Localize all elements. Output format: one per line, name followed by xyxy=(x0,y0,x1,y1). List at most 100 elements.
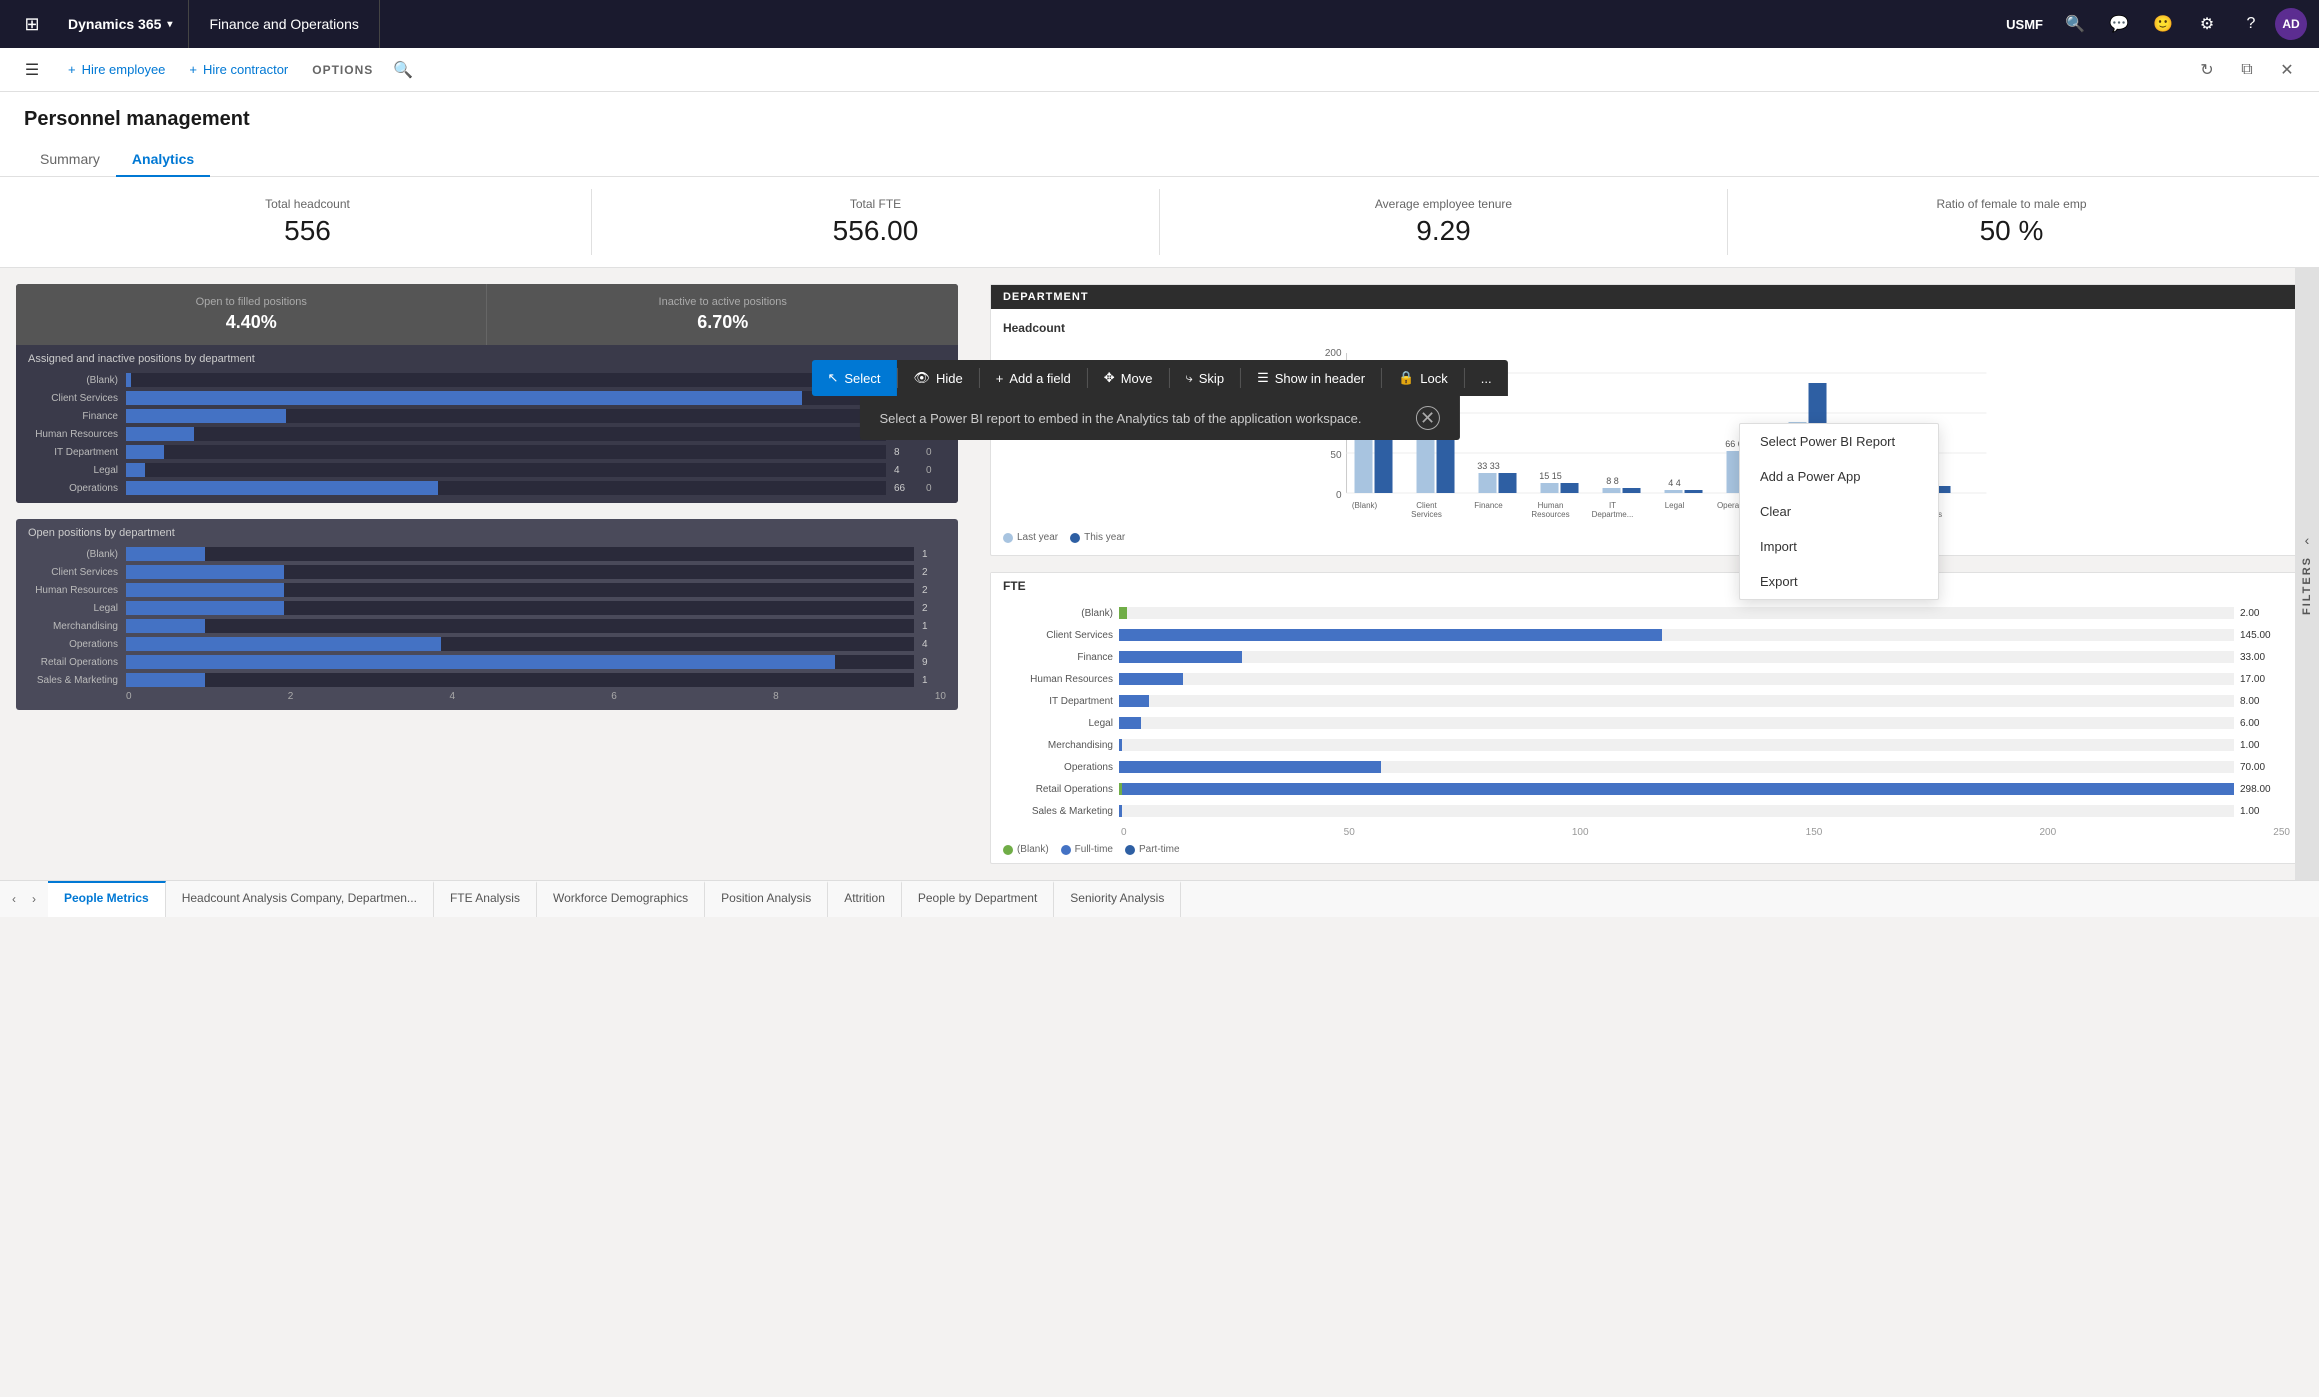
dropdown-import[interactable]: Import xyxy=(1740,529,1938,564)
stat-total-headcount: Total headcount 556 xyxy=(24,189,592,255)
legend-this-year-label: This year xyxy=(1084,532,1125,543)
skip-icon: ⤷ xyxy=(1185,370,1192,386)
bottom-tab-position-analysis[interactable]: Position Analysis xyxy=(705,881,828,917)
select-toolbar-item[interactable]: ↖ Select xyxy=(811,360,896,396)
filters-label: FILTERS xyxy=(2301,556,2313,615)
svg-text:Resources: Resources xyxy=(1531,510,1569,519)
search-nav-icon[interactable]: 🔍 xyxy=(2055,0,2095,48)
filters-panel[interactable]: ‹ FILTERS xyxy=(2295,268,2319,880)
tab-analytics[interactable]: Analytics xyxy=(116,143,210,177)
showheader-toolbar-item[interactable]: ☰ Show in header xyxy=(1241,360,1381,396)
svg-text:0: 0 xyxy=(1336,490,1342,501)
open-positions-bar-chart: (Blank) 1 Client Services 2 Human Resour… xyxy=(28,547,946,687)
hide-icon: 👁 xyxy=(913,370,930,386)
user-avatar[interactable]: AD xyxy=(2275,8,2307,40)
inactive-active-metric: Inactive to active positions 6.70% xyxy=(487,284,957,345)
chat-icon[interactable]: 💬 xyxy=(2099,0,2139,48)
settings-icon[interactable]: ⚙ xyxy=(2187,0,2227,48)
dropdown-add-powerapp[interactable]: Add a Power App xyxy=(1740,459,1938,494)
addfield-icon: + xyxy=(996,371,1004,386)
headcount-subtitle: Headcount xyxy=(1003,321,2290,335)
op-legal: Legal 2 xyxy=(28,601,946,615)
svg-text:(Blank): (Blank) xyxy=(1352,501,1378,510)
dropdown-menu: Select Power BI Report Add a Power App C… xyxy=(1739,423,1939,600)
op-client: Client Services 2 xyxy=(28,565,946,579)
fte-blank-dot xyxy=(1003,845,1013,855)
tab-summary[interactable]: Summary xyxy=(24,143,116,177)
legend-this-year-dot xyxy=(1070,533,1080,543)
page-header: Personnel management Summary Analytics xyxy=(0,92,2319,177)
open-new-icon[interactable]: ⧉ xyxy=(2231,54,2263,86)
lock-toolbar-item[interactable]: 🔒 Lock xyxy=(1382,360,1464,396)
dept-section-title: DEPARTMENT xyxy=(991,285,2302,309)
hire-employee-button[interactable]: + Hire employee xyxy=(56,48,177,92)
fte-hr: Human Resources 17.00 xyxy=(1003,673,2290,685)
svg-text:IT: IT xyxy=(1609,501,1616,510)
bottom-tab-people-by-dept[interactable]: People by Department xyxy=(902,881,1054,917)
fte-client: Client Services 145.00 xyxy=(1003,629,2290,641)
svg-text:Services: Services xyxy=(1411,510,1442,519)
legend-last-year-label: Last year xyxy=(1017,532,1058,543)
skip-toolbar-item[interactable]: ⤷ Skip xyxy=(1169,360,1240,396)
fte-fulltime-dot xyxy=(1061,845,1071,855)
svg-text:8 8: 8 8 xyxy=(1606,476,1619,486)
dept-bar-chart: (Blank) 1 0 Client Services 143 0 xyxy=(28,373,946,495)
hide-toolbar-item[interactable]: 👁 Hide xyxy=(897,360,978,396)
bottom-tab-attrition[interactable]: Attrition xyxy=(828,881,902,917)
svg-text:Finance: Finance xyxy=(1474,501,1503,510)
fte-bar-chart: (Blank) 2.00 Client Services 145.00 Fina… xyxy=(1003,607,2290,823)
op-sales: Sales & Marketing 1 xyxy=(28,673,946,687)
bottom-tab-workforce-demographics[interactable]: Workforce Demographics xyxy=(537,881,705,917)
bottom-tab-headcount-analysis[interactable]: Headcount Analysis Company, Departmen... xyxy=(166,881,434,917)
dropdown-select-powerbi[interactable]: Select Power BI Report xyxy=(1740,424,1938,459)
waffle-icon[interactable]: ⊞ xyxy=(12,0,52,48)
search-bar-icon[interactable]: 🔍 xyxy=(393,60,413,80)
bottom-tab-prev[interactable]: ‹ xyxy=(4,881,24,917)
svg-text:Legal: Legal xyxy=(1665,501,1685,510)
bottom-tab-seniority-analysis[interactable]: Seniority Analysis xyxy=(1054,881,1181,917)
addfield-toolbar-item[interactable]: + Add a field xyxy=(980,361,1087,396)
headcount-legend: Last year This year xyxy=(1003,532,2290,543)
move-icon: ✥ xyxy=(1104,370,1115,386)
smiley-icon[interactable]: 🙂 xyxy=(2143,0,2183,48)
close-page-icon[interactable]: ✕ xyxy=(2271,54,2303,86)
svg-text:33 33: 33 33 xyxy=(1477,461,1500,471)
op-retail: Retail Operations 9 xyxy=(28,655,946,669)
filters-collapse-chevron[interactable]: ‹ xyxy=(2305,532,2310,548)
bar-row-legal: Legal 4 0 xyxy=(28,463,946,477)
fte-retail: Retail Operations 298.00 xyxy=(1003,783,2290,795)
op-operations: Operations 4 xyxy=(28,637,946,651)
bottom-tab-people-metrics[interactable]: People Metrics xyxy=(48,881,166,917)
help-icon[interactable]: ? xyxy=(2231,0,2271,48)
fte-body: (Blank) 2.00 Client Services 145.00 Fina… xyxy=(991,599,2302,863)
move-toolbar-item[interactable]: ✥ Move xyxy=(1088,360,1169,396)
fte-legal: Legal 6.00 xyxy=(1003,717,2290,729)
svg-text:50: 50 xyxy=(1330,450,1342,461)
notification-close-button[interactable]: ✕ xyxy=(1416,406,1440,430)
fte-operations: Operations 70.00 xyxy=(1003,761,2290,773)
refresh-icon[interactable]: ↻ xyxy=(2191,54,2223,86)
dropdown-clear[interactable]: Clear xyxy=(1740,494,1938,529)
fte-sales: Sales & Marketing 1.00 xyxy=(1003,805,2290,817)
dropdown-export[interactable]: Export xyxy=(1740,564,1938,599)
svg-text:Human: Human xyxy=(1538,501,1564,510)
fte-blank: (Blank) 2.00 xyxy=(1003,607,2290,619)
hire-contractor-button[interactable]: + Hire contractor xyxy=(177,48,300,92)
bottom-tab-next[interactable]: › xyxy=(24,881,44,917)
bar-row-finance: Finance 33 0 xyxy=(28,409,946,423)
bar-row-client-services: Client Services 143 0 xyxy=(28,391,946,405)
fte-parttime-dot xyxy=(1125,845,1135,855)
bottom-tabs-bar: ‹ › People Metrics Headcount Analysis Co… xyxy=(0,880,2319,917)
action-bar: ☰ + Hire employee + Hire contractor OPTI… xyxy=(0,48,2319,92)
more-toolbar-item[interactable]: ... xyxy=(1465,361,1508,396)
op-merch: Merchandising 1 xyxy=(28,619,946,633)
op-blank: (Blank) 1 xyxy=(28,547,946,561)
hamburger-menu[interactable]: ☰ xyxy=(16,48,48,92)
svg-text:200: 200 xyxy=(1325,348,1342,359)
dynamics365-nav[interactable]: Dynamics 365 ▾ xyxy=(52,0,189,48)
options-button[interactable]: OPTIONS xyxy=(300,63,385,77)
nav-right-section: USMF 🔍 💬 🙂 ⚙ ? AD xyxy=(1998,0,2307,48)
toolbar-bar: ↖ Select 👁 Hide + Add a field ✥ Move xyxy=(811,360,1507,396)
dynamics365-chevron: ▾ xyxy=(167,19,172,30)
bottom-tab-fte-analysis[interactable]: FTE Analysis xyxy=(434,881,537,917)
